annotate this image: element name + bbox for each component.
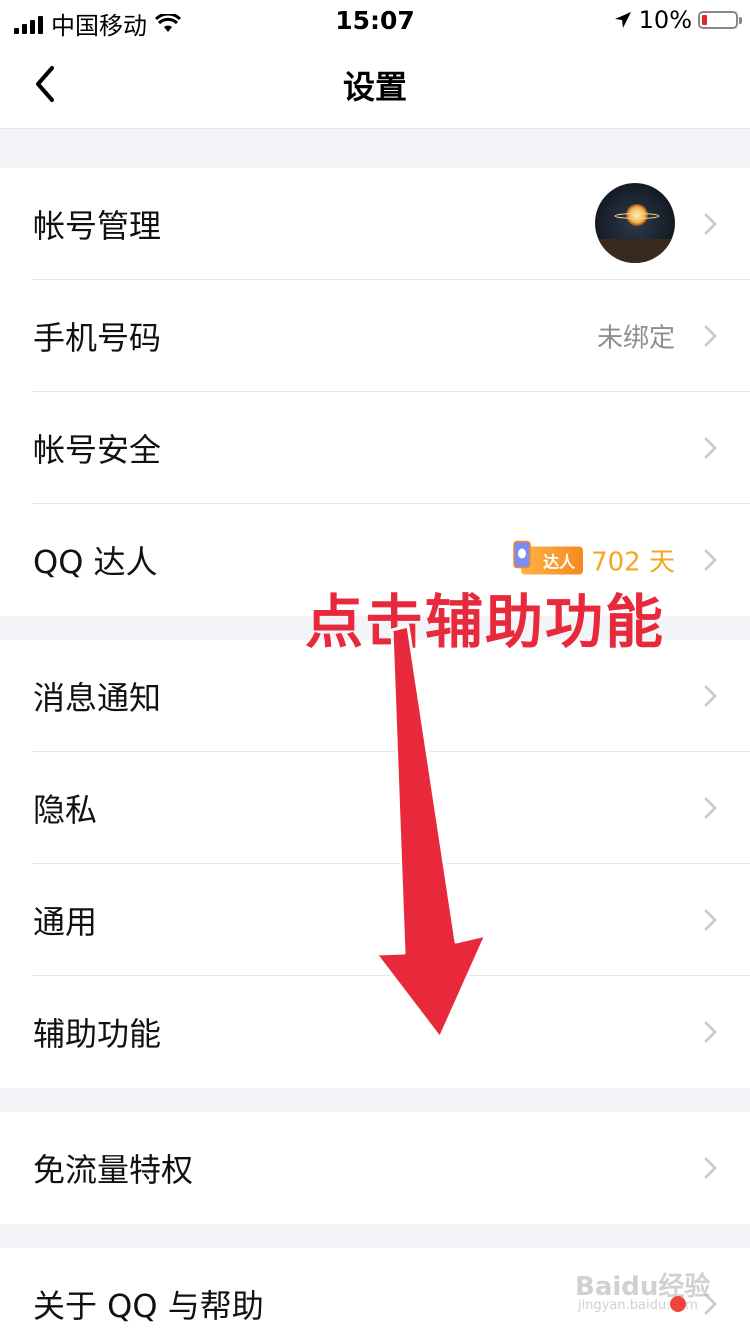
- data-group: 免流量特权: [0, 1112, 750, 1224]
- chevron-right-icon: [704, 1021, 717, 1043]
- row-label: 通用: [33, 903, 98, 941]
- row-label: 帐号管理: [33, 207, 162, 245]
- phone-status: 未绑定: [596, 323, 675, 354]
- daren-days: 702 天: [591, 547, 675, 578]
- nav-bar: 设置: [0, 40, 750, 129]
- arrow-down-icon: [374, 624, 488, 1040]
- row-label: 消息通知: [33, 679, 162, 717]
- account-group: 帐号管理 手机号码 未绑定 帐号安全 QQ 达人 达人 702 天: [0, 168, 750, 616]
- daren-pill: 达人: [513, 540, 584, 574]
- page-title: 设置: [342, 68, 407, 106]
- chevron-right-icon: [704, 213, 717, 235]
- avatar: [595, 183, 675, 263]
- row-phone[interactable]: 手机号码 未绑定: [0, 280, 750, 392]
- chevron-right-icon: [704, 797, 717, 819]
- location-icon: [614, 12, 631, 28]
- status-bar: 中国移动 15:07 10%: [0, 0, 750, 40]
- row-label: 辅助功能: [33, 1015, 162, 1053]
- row-label: 手机号码: [33, 319, 162, 357]
- daren-badge-label: 达人: [543, 552, 576, 571]
- row-label: 免流量特权: [33, 1151, 194, 1189]
- chevron-right-icon: [704, 325, 717, 347]
- chevron-right-icon: [704, 909, 717, 931]
- chevron-right-icon: [704, 549, 717, 571]
- chevron-right-icon: [704, 1157, 717, 1179]
- row-label: 隐私: [33, 791, 98, 829]
- daren-icon: [513, 540, 531, 568]
- row-account-security[interactable]: 帐号安全: [0, 392, 750, 504]
- battery-percent: 10%: [638, 6, 692, 34]
- chevron-right-icon: [704, 685, 717, 707]
- row-label: 关于 QQ 与帮助: [33, 1287, 264, 1325]
- daren-badge: 达人 702 天: [513, 540, 675, 579]
- row-free-data[interactable]: 免流量特权: [0, 1112, 750, 1224]
- row-label: QQ 达人: [33, 543, 158, 581]
- battery-icon: [698, 11, 742, 29]
- chevron-right-icon: [704, 437, 717, 459]
- notification-dot: [670, 1296, 686, 1312]
- row-account-manage[interactable]: 帐号管理: [0, 168, 750, 280]
- row-label: 帐号安全: [33, 431, 162, 469]
